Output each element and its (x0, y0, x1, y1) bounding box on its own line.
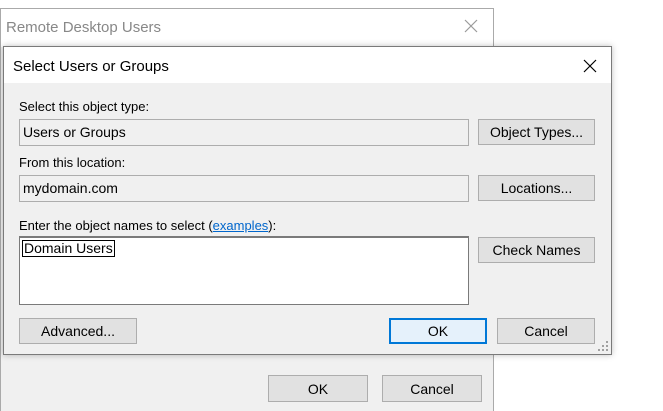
examples-link[interactable]: examples (213, 218, 269, 233)
locations-button[interactable]: Locations... (478, 175, 595, 201)
background-title-bar: Remote Desktop Users (1, 9, 493, 47)
object-type-field: Users or Groups (19, 119, 469, 146)
ok-button[interactable]: OK (389, 318, 487, 344)
object-names-label: Enter the object names to select (exampl… (19, 218, 276, 233)
check-names-button[interactable]: Check Names (478, 237, 595, 263)
object-names-text: Domain Users (22, 240, 115, 257)
select-users-or-groups-dialog: Select Users or Groups Select this objec… (3, 46, 612, 355)
object-names-input[interactable]: Domain Users (19, 236, 469, 305)
location-label: From this location: (19, 155, 126, 170)
close-icon[interactable] (583, 59, 597, 73)
advanced-button[interactable]: Advanced... (19, 318, 137, 344)
background-cancel-button[interactable]: Cancel (382, 375, 482, 402)
dialog-title-bar: Select Users or Groups (4, 47, 611, 83)
location-field: mydomain.com (19, 175, 469, 202)
object-names-label-prefix: Enter the object names to select ( (19, 218, 213, 233)
close-icon[interactable] (463, 18, 479, 34)
dialog-title: Select Users or Groups (13, 58, 169, 75)
background-dialog-title: Remote Desktop Users (6, 19, 162, 36)
resize-grip-icon[interactable] (597, 340, 609, 352)
object-types-button[interactable]: Object Types... (478, 119, 595, 145)
background-ok-button[interactable]: OK (268, 375, 368, 402)
cancel-button[interactable]: Cancel (497, 318, 595, 344)
object-names-label-suffix: ): (268, 218, 277, 233)
object-type-label: Select this object type: (19, 99, 150, 114)
